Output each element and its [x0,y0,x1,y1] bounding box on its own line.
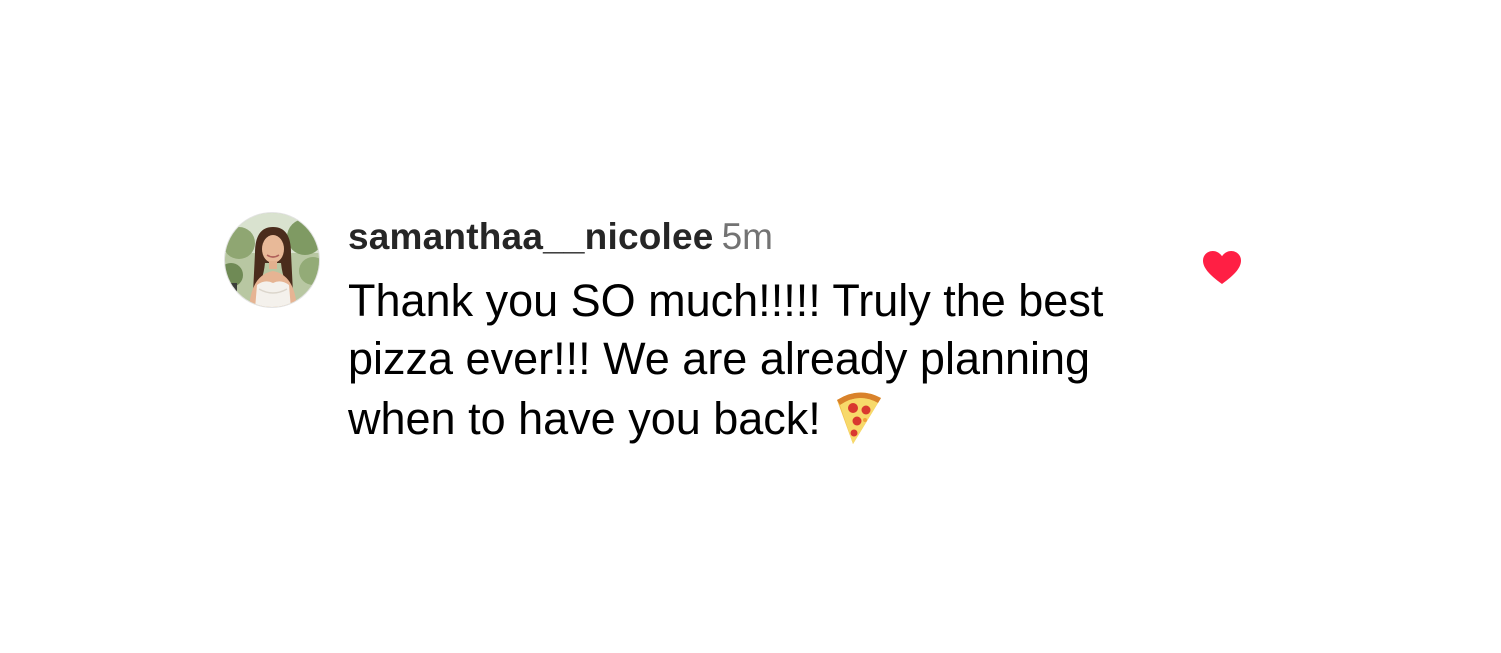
avatar[interactable] [224,212,320,308]
timestamp: 5m [721,216,773,257]
avatar-photo [225,213,319,307]
like-button[interactable] [1202,250,1242,286]
comment-row: samanthaa__nicolee 5m Thank you SO much!!… [0,0,1501,653]
comment-meta: samanthaa__nicolee 5m [348,214,1148,260]
comment-text-block: Thank you SO much!!!!! Truly the best pi… [348,272,1108,448]
username-link[interactable]: samanthaa__nicolee [348,216,714,257]
pizza-icon [831,388,885,446]
comment-body: samanthaa__nicolee 5m Thank you SO much!!… [348,214,1148,448]
heart-icon [1203,251,1241,284]
comment-text: Thank you SO much!!!!! Truly the best pi… [348,275,1104,444]
